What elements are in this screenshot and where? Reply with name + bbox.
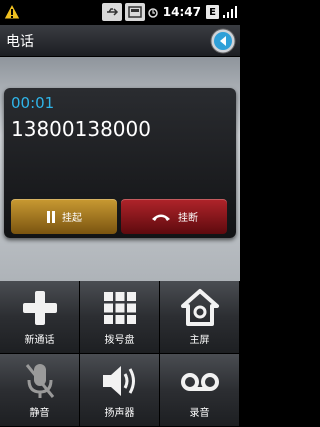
home-screen-label: 主屏	[189, 335, 210, 346]
new-call-button[interactable]: 新通话	[0, 281, 80, 354]
usb-icon	[101, 3, 122, 21]
record-button[interactable]: 录音	[160, 354, 240, 427]
hold-button-label: 挂起	[62, 213, 82, 224]
alarm-icon	[148, 8, 158, 18]
call-card: 00:01 13800138000 挂起 挂断	[4, 88, 236, 238]
call-number: 13800138000	[11, 117, 151, 141]
title-bar: 电话	[0, 25, 240, 57]
mute-mic-icon	[25, 364, 55, 398]
home-screen-button[interactable]: 主屏	[160, 281, 240, 354]
pause-icon	[47, 210, 55, 223]
action-grid: 新通话 拨号盘 主屏 静音 扬声器 录音	[0, 281, 240, 427]
back-arrow-icon[interactable]	[210, 28, 236, 54]
hang-up-icon	[152, 214, 170, 221]
home-icon	[181, 289, 219, 326]
dialpad-icon	[104, 292, 136, 324]
warning-icon	[3, 2, 21, 20]
dialpad-button[interactable]: 拨号盘	[80, 281, 160, 354]
network-type-badge: E	[206, 5, 219, 19]
status-left	[3, 2, 21, 25]
call-duration: 00:01	[11, 94, 55, 112]
speaker-label: 扬声器	[104, 408, 135, 419]
signal-icon	[223, 6, 237, 18]
call-area: 00:01 13800138000 挂起 挂断	[0, 57, 240, 281]
mute-button[interactable]: 静音	[0, 354, 80, 427]
plus-icon	[23, 291, 57, 325]
end-call-button-label: 挂断	[178, 213, 198, 224]
hold-button[interactable]: 挂起	[11, 199, 117, 234]
speaker-icon	[103, 366, 135, 396]
status-time: 14:47	[162, 5, 201, 19]
new-call-label: 新通话	[24, 335, 55, 346]
voicemail-icon	[181, 373, 219, 391]
status-bar: 14:47 E	[0, 0, 240, 25]
mute-label: 静音	[29, 408, 50, 419]
speaker-button[interactable]: 扬声器	[80, 354, 160, 427]
page-title: 电话	[6, 34, 34, 50]
dialpad-label: 拨号盘	[104, 335, 135, 346]
sd-card-icon	[124, 3, 145, 21]
record-label: 录音	[189, 408, 210, 419]
end-call-button[interactable]: 挂断	[121, 199, 227, 234]
status-right: 14:47 E	[101, 3, 238, 21]
